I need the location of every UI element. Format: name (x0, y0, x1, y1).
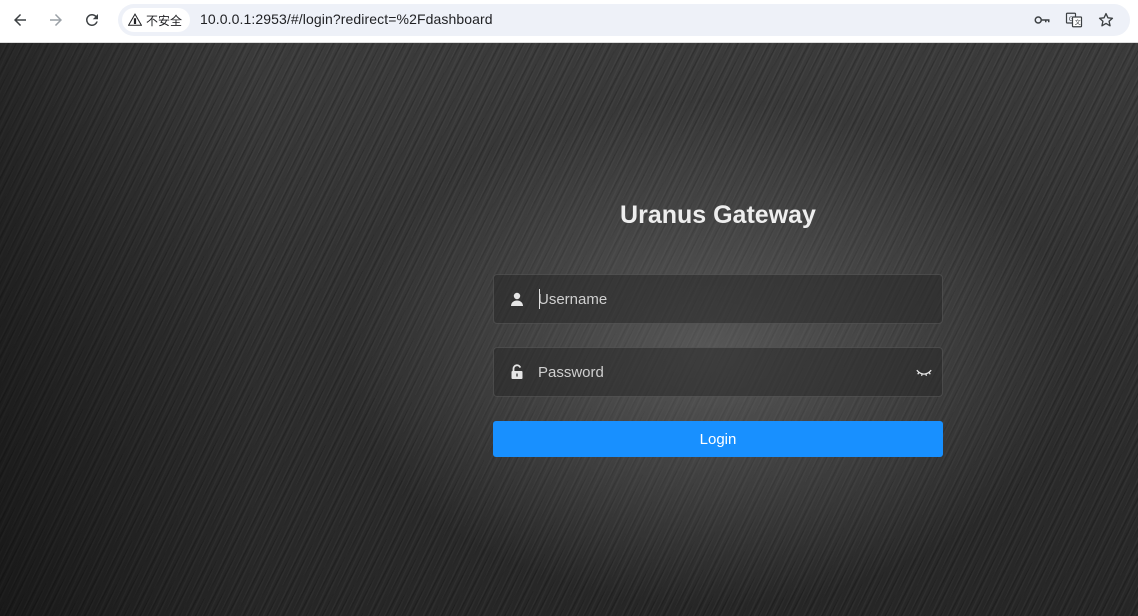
text-caret (539, 289, 540, 309)
svg-text:文: 文 (1075, 19, 1081, 27)
svg-text:G: G (1069, 16, 1074, 23)
reload-button[interactable] (80, 8, 104, 32)
bookmark-button[interactable] (1096, 10, 1116, 30)
key-icon (1034, 16, 1050, 24)
back-icon (14, 14, 26, 26)
user-icon (508, 290, 526, 308)
back-button[interactable] (8, 8, 32, 32)
reload-icon (85, 13, 98, 26)
lock-icon (508, 363, 526, 381)
security-indicator[interactable]: 不安全 (122, 8, 191, 32)
login-title: Uranus Gateway (620, 201, 816, 229)
browser-toolbar: 不安全 10.0.0.1:2953/#/login?redirect=%2Fda… (0, 0, 1138, 43)
warning-icon (128, 13, 142, 26)
username-field[interactable] (493, 274, 943, 324)
password-field[interactable] (493, 347, 943, 397)
forward-button[interactable] (44, 8, 68, 32)
password-input[interactable] (538, 348, 898, 396)
translate-button[interactable]: G文 (1064, 10, 1084, 30)
security-label: 不安全 (146, 13, 183, 28)
background-shade (0, 43, 260, 616)
login-page: Uranus Gateway Login (0, 43, 1138, 616)
eye-closed-icon[interactable] (914, 362, 934, 382)
star-icon (1098, 12, 1114, 27)
translate-icon: G文 (1065, 12, 1083, 28)
username-input[interactable] (538, 275, 898, 323)
url-text[interactable]: 10.0.0.1:2953/#/login?redirect=%2Fdashbo… (200, 11, 493, 27)
address-bar[interactable]: 不安全 10.0.0.1:2953/#/login?redirect=%2Fda… (118, 4, 1130, 36)
password-key-button[interactable] (1032, 10, 1052, 30)
login-button[interactable]: Login (493, 421, 943, 457)
forward-icon (50, 14, 62, 26)
